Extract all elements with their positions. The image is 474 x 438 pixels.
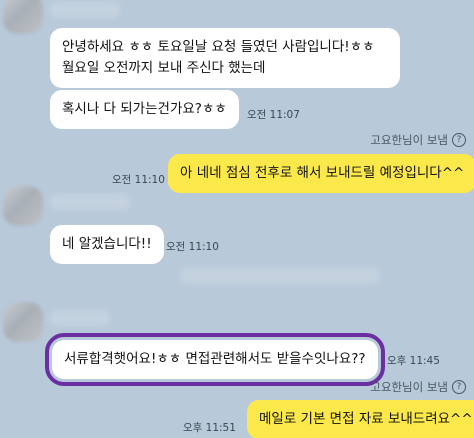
message-time: 오후 11:45 xyxy=(387,355,440,367)
message-time: 오후 11:51 xyxy=(183,422,236,434)
question-circle-icon[interactable]: ? xyxy=(452,380,466,394)
question-circle-icon[interactable]: ? xyxy=(452,133,466,147)
message-text: 아 네네 점심 전후로 해서 보내드릴 예정입니다^^ xyxy=(180,165,465,181)
sender-name: 고요한님이 보냄 xyxy=(370,380,448,394)
message-time: 오전 11:10 xyxy=(112,174,165,186)
avatar[interactable] xyxy=(3,0,43,34)
message-bubble[interactable]: 아 네네 점심 전후로 해서 보내드릴 예정입니다^^ xyxy=(168,154,474,193)
message-line: 월요일 오전까지 보내 주신다 했는데 xyxy=(62,60,266,76)
blurred-name xyxy=(50,310,110,326)
message-bubble[interactable]: 메일로 기본 면접 자료 보내드려요^^ xyxy=(247,400,474,438)
sender-name: 고요한님이 보냄 xyxy=(370,133,448,147)
message-time: 오전 11:07 xyxy=(247,109,300,121)
blurred-name xyxy=(50,194,130,210)
chat-area: 안녕하세요 ㅎㅎ 토요일날 요청 들였던 사람입니다!ㅎㅎ 월요일 오전까지 보… xyxy=(0,0,474,438)
sender-label: 고요한님이 보냄 ? xyxy=(370,132,466,148)
blurred-name xyxy=(50,2,120,18)
message-bubble[interactable]: 안녕하세요 ㅎㅎ 토요일날 요청 들였던 사람입니다!ㅎㅎ 월요일 오전까지 보… xyxy=(50,28,400,88)
blurred-text xyxy=(180,268,380,284)
message-line: 안녕하세요 ㅎㅎ 토요일날 요청 들였던 사람입니다!ㅎㅎ xyxy=(62,39,375,55)
message-bubble-highlighted[interactable]: 서류합격햇어요!ㅎㅎ 면접관련해서도 받을수잇나요?? xyxy=(45,333,385,386)
message-text: 혹시나 다 되가는건가요?ㅎㅎ xyxy=(62,101,227,117)
sender-label: 고요한님이 보냄 ? xyxy=(370,379,466,395)
avatar[interactable] xyxy=(3,302,43,342)
message-text: 네 알겠습니다!! xyxy=(62,236,152,252)
message-time: 오전 11:10 xyxy=(166,241,219,253)
message-bubble[interactable]: 혹시나 다 되가는건가요?ㅎㅎ xyxy=(50,90,239,129)
message-text: 서류합격햇어요!ㅎㅎ 면접관련해서도 받을수잇나요?? xyxy=(64,351,366,367)
message-text: 메일로 기본 면접 자료 보내드려요^^ xyxy=(259,411,473,427)
message-bubble[interactable]: 네 알겠습니다!! xyxy=(50,225,164,264)
avatar[interactable] xyxy=(3,186,43,226)
